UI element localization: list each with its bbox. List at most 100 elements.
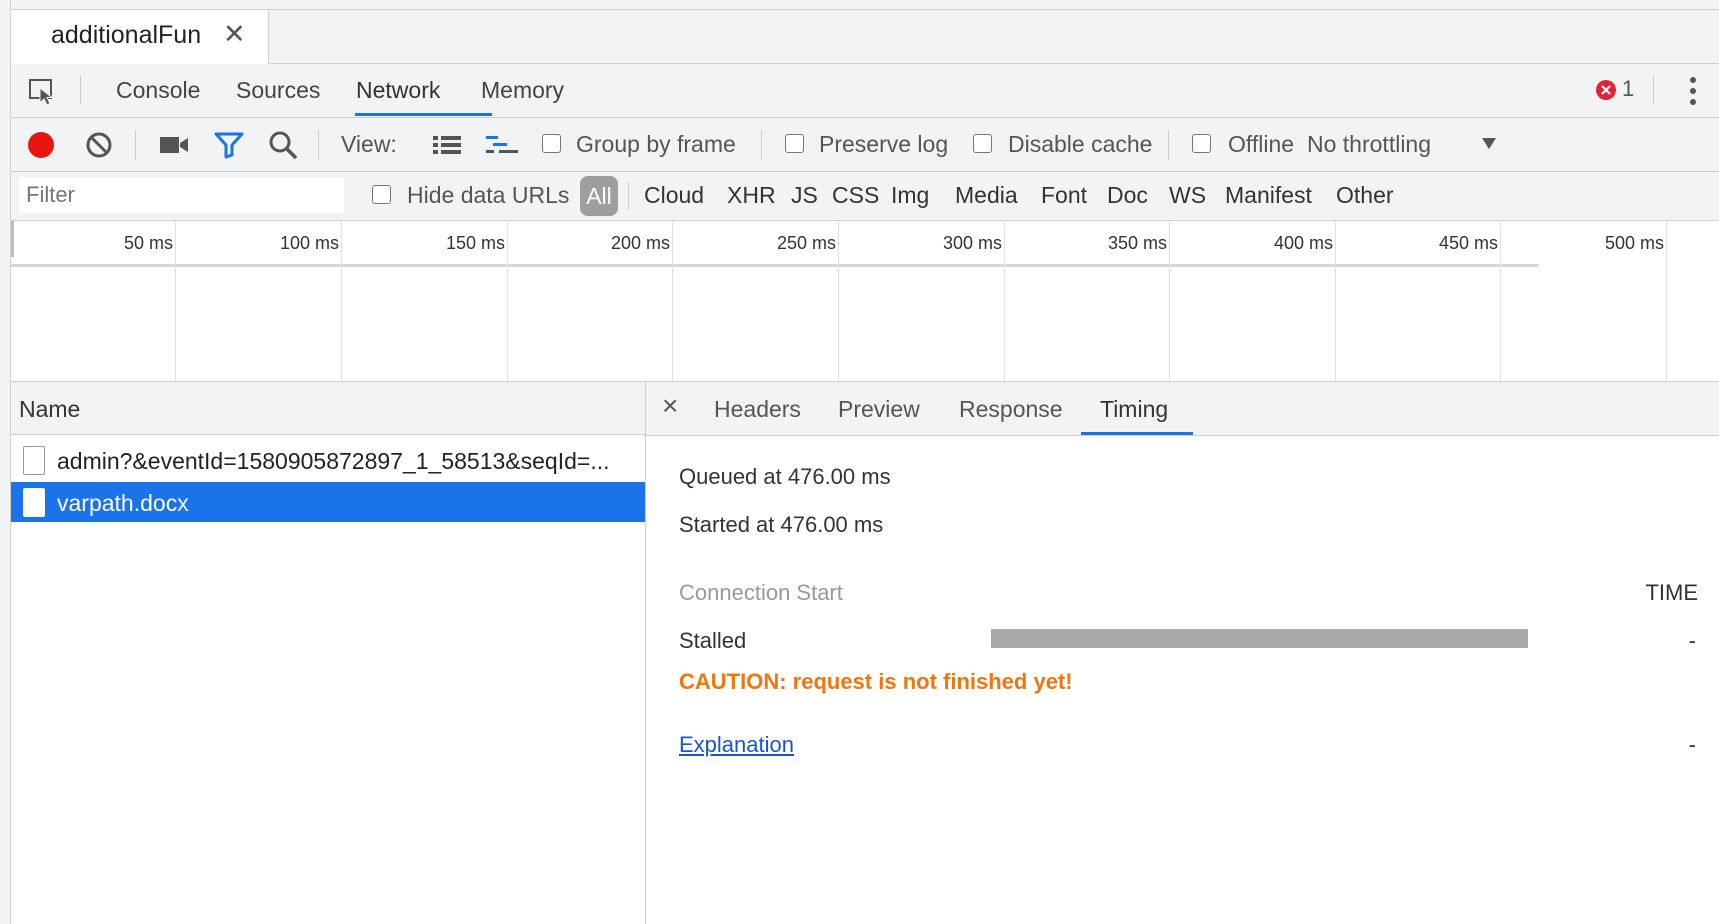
time-column-header: TIME: [1645, 580, 1698, 605]
request-row-selected[interactable]: varpath.docx: [11, 482, 645, 522]
record-icon[interactable]: [27, 131, 55, 159]
request-name: admin?&eventId=1580905872897_1_58513&seq…: [57, 448, 610, 474]
disable-cache-checkbox[interactable]: [973, 134, 992, 153]
tick-line: [175, 221, 176, 381]
close-icon[interactable]: ×: [662, 390, 678, 422]
close-icon[interactable]: ✕: [223, 19, 246, 50]
preserve-log-label: Preserve log: [819, 131, 949, 157]
tab-console[interactable]: Console: [116, 77, 200, 104]
filter-type-img[interactable]: Img: [891, 182, 929, 209]
request-list: Name admin?&eventId=1580905872897_1_5851…: [11, 382, 646, 924]
filter-type-css[interactable]: CSS: [832, 182, 879, 209]
preserve-log-checkbox[interactable]: [785, 134, 804, 153]
overview-left-handle[interactable]: [11, 221, 14, 257]
filter-type-font[interactable]: Font: [1041, 182, 1087, 209]
filter-type-media[interactable]: Media: [955, 182, 1018, 209]
explanation-link[interactable]: Explanation: [679, 732, 794, 758]
disable-cache-label: Disable cache: [1008, 131, 1153, 157]
stalled-bar: [991, 629, 1528, 648]
stalled-value: -: [1688, 628, 1696, 653]
divider: [628, 182, 629, 210]
divider: [135, 130, 136, 160]
file-tab-bar: additionalFun ✕: [11, 10, 1719, 64]
tick-line: [672, 221, 673, 381]
filter-bar: Hide data URLs All Cloud XHR JS CSS Img …: [11, 172, 1719, 221]
tick-label: 100 ms: [279, 233, 339, 253]
tick-line: [1004, 221, 1005, 381]
hide-data-urls-checkbox[interactable]: [372, 185, 391, 204]
tick-label: 450 ms: [1438, 233, 1498, 253]
tick-label: 150 ms: [445, 233, 505, 253]
request-row[interactable]: admin?&eventId=1580905872897_1_58513&seq…: [11, 440, 645, 480]
tick-label: 250 ms: [776, 233, 836, 253]
tab-sources[interactable]: Sources: [236, 77, 320, 104]
tick-label: 200 ms: [610, 233, 670, 253]
devtools-window: additionalFun ✕ Console Sources Network …: [0, 0, 1719, 924]
tab-memory[interactable]: Memory: [481, 77, 564, 104]
tick-line: [507, 221, 508, 381]
tick-line: [1500, 221, 1501, 381]
filter-input[interactable]: [19, 177, 344, 213]
tab-headers[interactable]: Headers: [714, 396, 801, 423]
name-column-header[interactable]: Name: [11, 382, 645, 435]
tab-preview[interactable]: Preview: [838, 396, 920, 423]
explanation-value: -: [1688, 732, 1696, 757]
tab-network[interactable]: Network: [356, 77, 440, 104]
active-tab-indicator: [1081, 432, 1193, 435]
tab-response[interactable]: Response: [959, 396, 1063, 423]
clear-icon[interactable]: [85, 131, 113, 159]
capture-screenshots-icon[interactable]: [159, 134, 189, 156]
tick-line: [1335, 221, 1336, 381]
filter-type-js[interactable]: JS: [791, 182, 818, 209]
tick-label: 50 ms: [123, 233, 173, 253]
filter-type-all[interactable]: All: [580, 176, 618, 216]
filter-type-manifest[interactable]: Manifest: [1225, 182, 1312, 209]
tick-line: [1169, 221, 1170, 381]
request-name: varpath.docx: [57, 490, 189, 516]
left-edge: [0, 0, 11, 924]
filter-type-other[interactable]: Other: [1336, 182, 1394, 209]
tick-label: 400 ms: [1273, 233, 1333, 253]
tick-label: 350 ms: [1107, 233, 1167, 253]
name-column-label: Name: [19, 396, 81, 422]
tick-line: [1666, 221, 1667, 381]
tick-line: [838, 221, 839, 381]
tab-timing[interactable]: Timing: [1100, 396, 1168, 423]
file-tab[interactable]: additionalFun ✕: [11, 10, 269, 64]
tick-label: 500 ms: [1604, 233, 1664, 253]
divider: [318, 130, 319, 160]
group-by-frame-label: Group by frame: [576, 131, 736, 157]
more-menu-icon[interactable]: [1687, 75, 1699, 107]
stalled-label: Stalled: [679, 628, 747, 653]
divider: [80, 76, 81, 104]
error-counter[interactable]: 1: [1595, 75, 1640, 105]
file-tab-label: additionalFun: [51, 21, 202, 49]
network-toolbar: View: Group by frame Preserve log Disabl…: [11, 118, 1719, 172]
queued-at: Queued at 476.00 ms: [679, 464, 891, 489]
chevron-down-icon[interactable]: [1481, 136, 1497, 150]
tick-line: [341, 221, 342, 381]
error-icon: [1596, 80, 1616, 100]
group-by-frame-checkbox[interactable]: [542, 134, 561, 153]
tick-label: 300 ms: [942, 233, 1002, 253]
document-icon: [23, 446, 45, 475]
divider: [761, 130, 762, 160]
filter-type-xhr[interactable]: XHR: [727, 182, 776, 209]
view-label: View:: [341, 131, 397, 157]
overview-track: [11, 264, 1539, 267]
filter-type-cloud[interactable]: Cloud: [644, 182, 704, 209]
hide-data-urls-label: Hide data URLs: [407, 182, 570, 208]
offline-checkbox[interactable]: [1192, 134, 1211, 153]
waterfall-overview-icon[interactable]: [485, 134, 519, 156]
element-picker-icon[interactable]: [27, 76, 57, 106]
section-connection-start: Connection Start: [679, 580, 843, 605]
timeline-overview[interactable]: 50 ms 100 ms 150 ms 200 ms 250 ms 300 ms…: [11, 221, 1719, 382]
throttling-select[interactable]: No throttling: [1307, 131, 1431, 158]
active-tab-indicator: [355, 113, 492, 116]
filter-type-ws[interactable]: WS: [1169, 182, 1206, 209]
filter-icon[interactable]: [214, 131, 244, 159]
search-icon[interactable]: [268, 130, 298, 160]
detail-tabs-bar: × Headers Preview Response Timing: [646, 382, 1719, 436]
large-rows-icon[interactable]: [432, 134, 462, 156]
filter-type-doc[interactable]: Doc: [1107, 182, 1148, 209]
